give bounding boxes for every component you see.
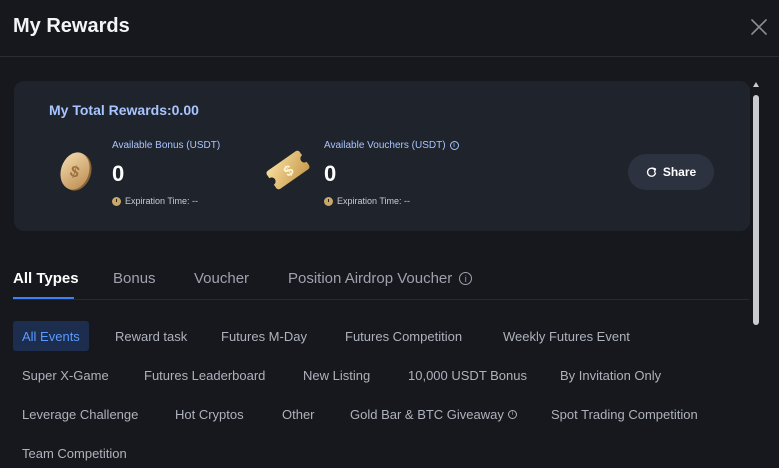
filter-gold-bar-btc-giveaway[interactable]: Gold Bar & BTC Giveaway i <box>350 399 517 429</box>
vouchers-expiration: Expiration Time: -- <box>324 196 410 206</box>
filter-all-events[interactable]: All Events <box>13 321 89 351</box>
tab-position-airdrop-voucher[interactable]: Position Airdrop Voucher i <box>288 270 473 287</box>
tab-voucher[interactable]: Voucher <box>194 270 249 287</box>
tab-label: Voucher <box>194 270 250 287</box>
filter-futures-leaderboard[interactable]: Futures Leaderboard <box>144 360 265 390</box>
reward-type-tabs: All Types Bonus Voucher Position Airdrop… <box>13 268 749 300</box>
filter-hot-cryptos[interactable]: Hot Cryptos <box>175 399 244 429</box>
info-icon[interactable]: i <box>449 141 459 150</box>
dialog-header: My Rewards <box>0 0 779 57</box>
share-icon <box>646 166 656 177</box>
filter-spot-trading-competition[interactable]: Spot Trading Competition <box>551 399 698 429</box>
filter-new-listing[interactable]: New Listing <box>303 360 370 390</box>
filter-team-competition[interactable]: Team Competition <box>22 438 127 468</box>
filter-10000-usdt-bonus[interactable]: 10,000 USDT Bonus <box>408 360 527 390</box>
clock-icon <box>324 196 333 206</box>
filter-other[interactable]: Other <box>282 399 315 429</box>
share-label: Share <box>662 165 697 179</box>
tab-label: Bonus <box>113 270 156 287</box>
voucher-ticket-icon: $ <box>262 147 314 193</box>
active-tab-indicator <box>13 297 74 299</box>
filter-leverage-challenge[interactable]: Leverage Challenge <box>22 399 138 429</box>
scrollbar-thumb[interactable] <box>753 95 759 325</box>
scroll-up-arrow-icon[interactable] <box>753 82 759 87</box>
clock-icon <box>112 196 121 206</box>
filter-reward-task[interactable]: Reward task <box>115 321 187 351</box>
filter-by-invitation-only[interactable]: By Invitation Only <box>560 360 661 390</box>
total-rewards: My Total Rewards:0.00 <box>49 102 199 118</box>
info-icon[interactable]: i <box>459 272 473 285</box>
dialog-title: My Rewards <box>13 15 130 37</box>
vouchers-value: 0 <box>324 161 337 186</box>
filter-label: Gold Bar & BTC Giveaway <box>350 406 504 422</box>
filter-weekly-futures-event[interactable]: Weekly Futures Event <box>503 321 630 351</box>
bonus-expiration-text: Expiration Time: -- <box>125 196 199 206</box>
coin-icon: $ <box>56 150 96 194</box>
vouchers-label: Available Vouchers (USDT) i <box>324 140 459 151</box>
bonus-expiration: Expiration Time: -- <box>112 196 198 206</box>
vouchers-label-text: Available Vouchers (USDT) <box>324 140 446 151</box>
share-button[interactable]: Share <box>628 154 714 190</box>
info-icon[interactable]: i <box>507 409 517 419</box>
tab-label: Position Airdrop Voucher <box>288 270 453 287</box>
scrollbar[interactable] <box>752 82 760 468</box>
vouchers-expiration-text: Expiration Time: -- <box>337 196 411 206</box>
filter-futures-competition[interactable]: Futures Competition <box>345 321 462 351</box>
filter-super-x-game[interactable]: Super X-Game <box>22 360 109 390</box>
bonus-label: Available Bonus (USDT) <box>112 140 221 151</box>
tab-label: All Types <box>13 270 79 287</box>
bonus-value: 0 <box>112 161 125 186</box>
tab-all-types[interactable]: All Types <box>13 270 79 287</box>
close-icon[interactable] <box>748 16 770 38</box>
tab-bonus[interactable]: Bonus <box>113 270 156 287</box>
filter-futures-m-day[interactable]: Futures M-Day <box>221 321 307 351</box>
rewards-summary-card: My Total Rewards:0.00 $ Available Bonus … <box>14 81 750 231</box>
